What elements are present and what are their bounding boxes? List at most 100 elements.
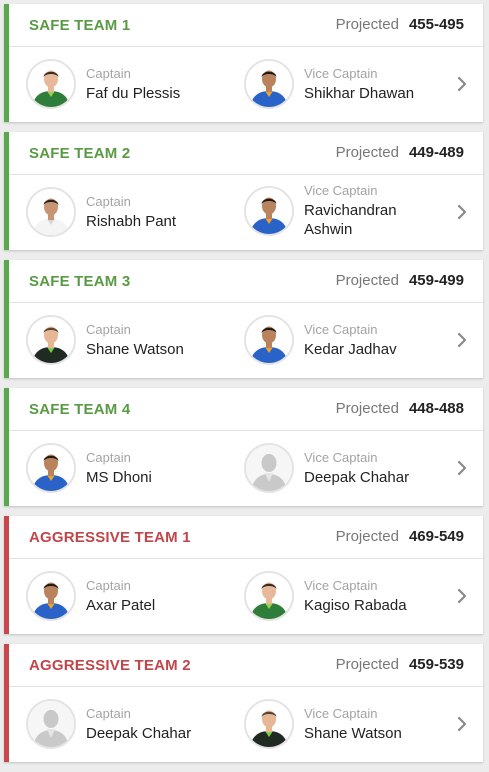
player-green-kit-avatar [246, 573, 292, 619]
vice-captain-avatar [244, 699, 294, 749]
team-card-header: SAFE TEAM 2 Projected 449-489 [9, 132, 483, 175]
chevron-right-icon[interactable] [455, 75, 469, 93]
vice-captain: Vice Captain Kagiso Rabada [244, 571, 407, 621]
projected-score: Projected 448-488 [336, 400, 464, 418]
chevron-right-icon[interactable] [455, 331, 469, 349]
team-card-body: Captain Axar Patel Vice Captain Kagiso Rab… [9, 559, 483, 634]
vice-captain-name: Shane Watson [304, 724, 402, 742]
vice-captain-label: Vice Captain [304, 183, 378, 198]
captain-avatar [26, 443, 76, 493]
captain: Captain Axar Patel [26, 571, 155, 621]
team-list: SAFE TEAM 1 Projected 455-495 Captain Faf … [0, 0, 489, 762]
team-card-header: SAFE TEAM 1 Projected 455-495 [9, 4, 483, 47]
player-blue-kit-avatar [246, 61, 292, 107]
projected-value: 459-499 [408, 272, 464, 289]
vice-captain-avatar [244, 443, 294, 493]
projected-label: Projected [335, 656, 399, 673]
team-card-body: Captain Deepak Chahar Vice Captain Shane W… [9, 687, 483, 762]
player-blue-kit-avatar [28, 445, 74, 491]
projected-value: 459-539 [408, 656, 464, 673]
projected-score: Projected 455-495 [336, 16, 464, 34]
team-name: SAFE TEAM 4 [29, 400, 131, 418]
team-card-body: Captain Shane Watson Vice Captain Kedar Ja… [9, 303, 483, 378]
projected-value: 448-488 [408, 400, 464, 417]
team-card[interactable]: SAFE TEAM 4 Projected 448-488 Captain MS D… [4, 388, 483, 506]
captain-label: Captain [86, 65, 131, 81]
vice-captain: Vice Captain Deepak Chahar [244, 443, 409, 493]
vice-captain-avatar [244, 186, 294, 236]
team-card[interactable]: SAFE TEAM 1 Projected 455-495 Captain Faf … [4, 4, 483, 122]
team-name: SAFE TEAM 3 [29, 272, 131, 290]
team-name: AGGRESSIVE TEAM 2 [29, 656, 191, 674]
captain-avatar [26, 699, 76, 749]
captain-label: Captain [86, 193, 131, 209]
projected-label: Projected [335, 528, 399, 545]
team-name: SAFE TEAM 1 [29, 16, 131, 34]
vice-captain: Vice Captain Ravichandran Ashwin [244, 183, 414, 239]
player-blue-kit-avatar [28, 573, 74, 619]
captain: Captain Shane Watson [26, 315, 184, 365]
team-card-header: AGGRESSIVE TEAM 2 Projected 459-539 [9, 644, 483, 687]
vice-captain-name: Kagiso Rabada [304, 596, 407, 614]
placeholder-person-avatar [28, 701, 74, 747]
captain-name: MS Dhoni [86, 468, 152, 486]
chevron-right-icon[interactable] [455, 203, 469, 221]
captain-avatar [26, 571, 76, 621]
placeholder-person-avatar [246, 445, 292, 491]
projected-value: 469-549 [408, 528, 464, 545]
projected-label: Projected [335, 400, 399, 417]
vice-captain-name: Kedar Jadhav [304, 340, 397, 358]
vice-captain-avatar [244, 571, 294, 621]
vice-captain-name: Ravichandran Ashwin [304, 202, 397, 238]
vice-captain-avatar [244, 315, 294, 365]
team-card[interactable]: AGGRESSIVE TEAM 1 Projected 469-549 Capta… [4, 516, 483, 634]
vice-captain-label: Vice Captain [304, 321, 378, 337]
captain-name: Axar Patel [86, 596, 156, 614]
vice-captain-name: Shikhar Dhawan [304, 84, 415, 102]
vice-captain: Vice Captain Kedar Jadhav [244, 315, 397, 365]
team-name: AGGRESSIVE TEAM 1 [29, 528, 191, 546]
projected-score: Projected 459-499 [336, 272, 464, 290]
projected-label: Projected [335, 16, 399, 33]
player-dark-kit-avatar [246, 701, 292, 747]
captain: Captain Faf du Plessis [26, 59, 180, 109]
captain: Captain Rishabh Pant [26, 187, 176, 237]
team-card[interactable]: SAFE TEAM 3 Projected 459-499 Captain Shan… [4, 260, 483, 378]
captain-label: Captain [86, 577, 131, 593]
captain-name: Faf du Plessis [86, 84, 181, 102]
team-card-header: SAFE TEAM 3 Projected 459-499 [9, 260, 483, 303]
captain-avatar [26, 315, 76, 365]
vice-captain-label: Vice Captain [304, 449, 378, 465]
vice-captain: Vice Captain Shane Watson [244, 699, 402, 749]
player-blue-kit-avatar [246, 188, 292, 234]
player-white-kit-avatar [28, 189, 74, 235]
captain-name: Shane Watson [86, 340, 184, 358]
projected-value: 449-489 [408, 144, 464, 161]
chevron-right-icon[interactable] [455, 587, 469, 605]
captain-name: Rishabh Pant [86, 212, 177, 230]
captain-avatar [26, 59, 76, 109]
captain-label: Captain [86, 705, 131, 721]
vice-captain-label: Vice Captain [304, 65, 378, 81]
vice-captain-label: Vice Captain [304, 705, 378, 721]
team-card-body: Captain Faf du Plessis Vice Captain Shikha… [9, 47, 483, 122]
projected-label: Projected [335, 272, 399, 289]
projected-label: Projected [335, 144, 399, 161]
team-card-body: Captain Rishabh Pant Vice Captain Ravichan… [9, 175, 483, 250]
vice-captain-label: Vice Captain [304, 577, 378, 593]
player-blue-kit-avatar [246, 317, 292, 363]
projected-score: Projected 449-489 [336, 144, 464, 162]
team-name: SAFE TEAM 2 [29, 144, 131, 162]
vice-captain-avatar [244, 59, 294, 109]
projected-value: 455-495 [408, 16, 464, 33]
projected-score: Projected 459-539 [336, 656, 464, 674]
chevron-right-icon[interactable] [455, 459, 469, 477]
team-card[interactable]: AGGRESSIVE TEAM 2 Projected 459-539 Capta… [4, 644, 483, 762]
captain-avatar [26, 187, 76, 237]
vice-captain-name: Deepak Chahar [304, 468, 410, 486]
team-card-body: Captain MS Dhoni Vice Captain Deepak Chaha… [9, 431, 483, 506]
player-dark-kit-avatar [28, 317, 74, 363]
team-card[interactable]: SAFE TEAM 2 Projected 449-489 Captain Rish… [4, 132, 483, 250]
captain-label: Captain [86, 449, 131, 465]
chevron-right-icon[interactable] [455, 715, 469, 733]
